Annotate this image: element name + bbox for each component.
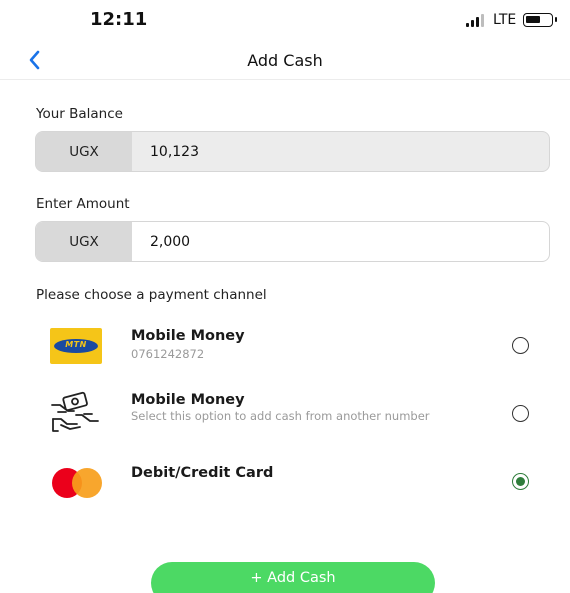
nav-bar: Add Cash [0,40,570,80]
balance-label: Your Balance [36,106,123,122]
amount-label: Enter Amount [36,196,130,212]
mtn-logo-icon: MTN [50,328,102,364]
payment-heading: Please choose a payment channel [36,287,267,303]
balance-currency: UGX [36,132,132,171]
radio-button-selected[interactable] [512,473,529,490]
balance-value: 10,123 [150,143,199,160]
option-title: Debit/Credit Card [131,465,274,481]
status-bar: 12:11 LTE [0,0,570,40]
option-subtitle: Select this option to add cash from anot… [131,409,430,423]
amount-currency: UGX [36,222,132,261]
payment-option-card[interactable]: Debit/Credit Card [0,458,570,503]
payment-option-mtn[interactable]: MTN Mobile Money 0761242872 [0,320,570,375]
signal-icon [466,13,486,27]
add-cash-button[interactable]: + Add Cash [151,562,435,593]
option-subtitle: 0761242872 [131,347,205,361]
amount-field[interactable]: UGX 2,000 [35,221,550,262]
payment-option-other-number[interactable]: Mobile Money Select this option to add c… [0,385,570,445]
radio-button[interactable] [512,405,529,422]
network-type: LTE [493,12,517,28]
add-cash-screen: 12:11 LTE Add Cash Your Balance UGX 10,1… [0,0,570,593]
option-title: Mobile Money [131,328,245,344]
page-title: Add Cash [247,51,323,70]
balance-field: UGX 10,123 [35,131,550,172]
radio-button[interactable] [512,337,529,354]
money-exchange-icon [50,391,100,439]
status-indicators: LTE [466,12,558,28]
option-title: Mobile Money [131,392,245,408]
battery-icon [523,13,558,27]
status-time: 12:11 [90,9,148,30]
mastercard-icon [50,468,104,498]
amount-input[interactable]: 2,000 [150,222,190,261]
